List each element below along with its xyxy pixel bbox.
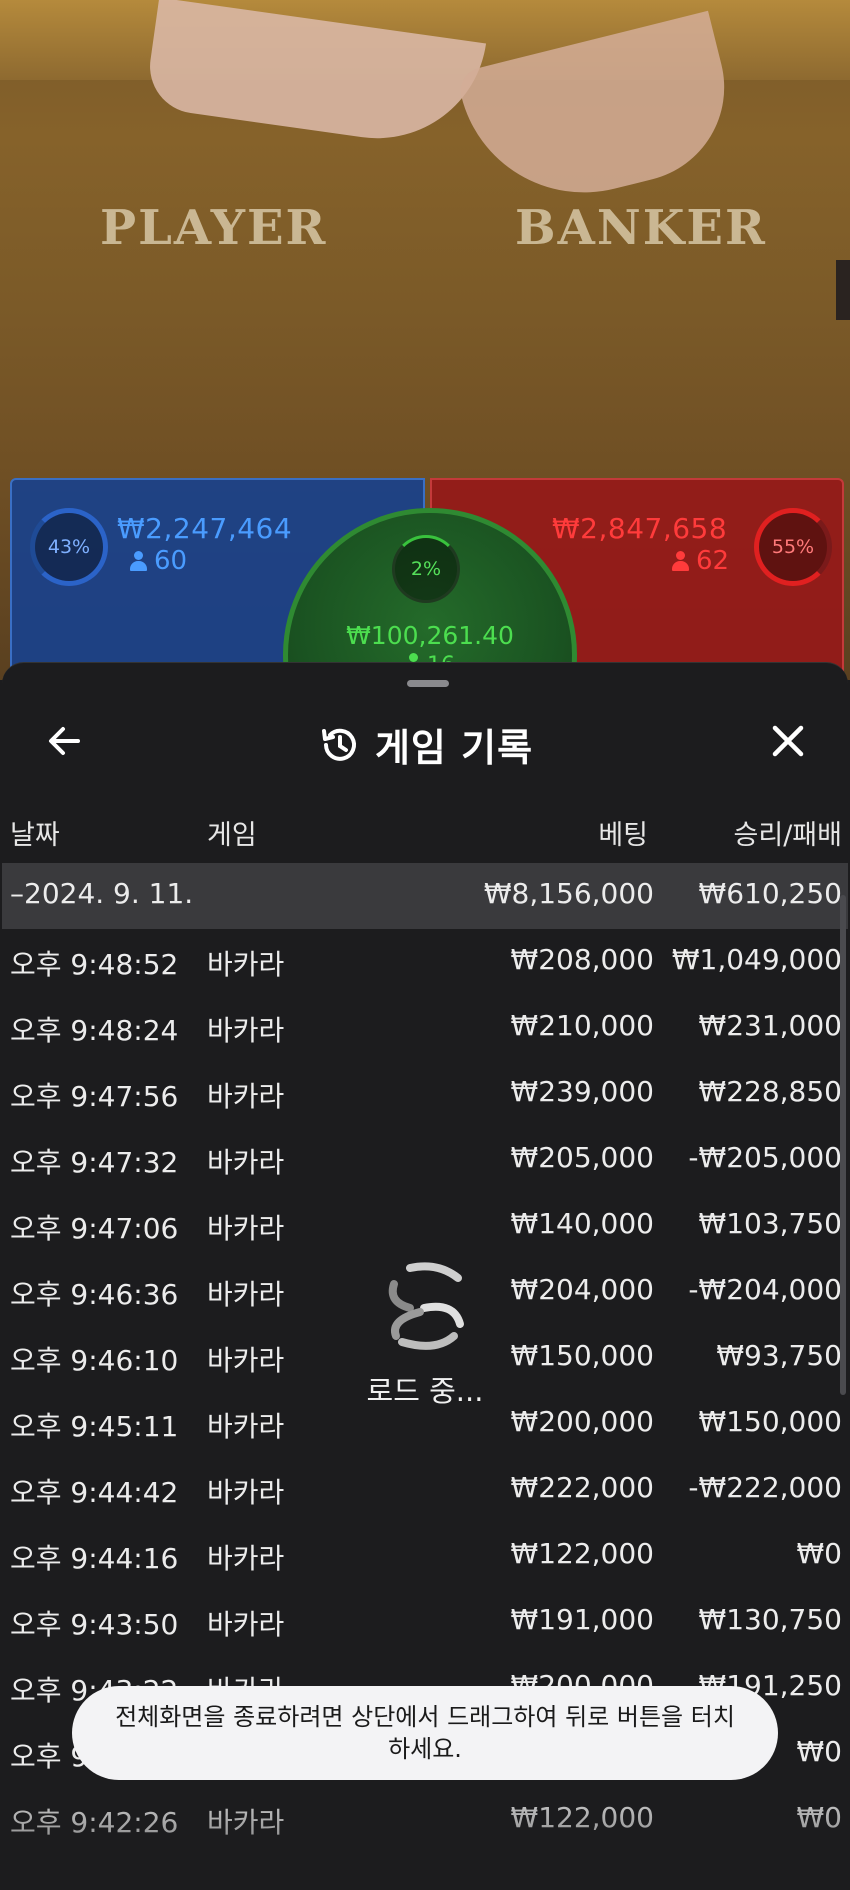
row-bet: ₩205,000 bbox=[510, 1141, 654, 1174]
row-game: 바카라 bbox=[207, 1542, 285, 1575]
row-time: 오후 9:47:56 bbox=[10, 1080, 179, 1113]
close-icon bbox=[772, 725, 804, 757]
row-time: 오후 9:47:06 bbox=[10, 1212, 179, 1245]
date-group-label: –2024. 9. 11. bbox=[10, 877, 194, 910]
row-win-loss: ₩228,850 bbox=[698, 1075, 842, 1108]
row-win-loss: ₩0 bbox=[796, 1537, 843, 1570]
banker-percent-ring: 55% bbox=[754, 508, 832, 586]
row-bet: ₩210,000 bbox=[510, 1009, 654, 1042]
row-bet: ₩239,000 bbox=[510, 1075, 654, 1108]
row-game: 바카라 bbox=[207, 948, 285, 981]
felt-banker-label: BANKER bbox=[515, 200, 767, 256]
row-game: 바카라 bbox=[207, 1410, 285, 1443]
banker-bettor-count: 62 bbox=[672, 546, 729, 576]
column-header-game[interactable]: 게임 bbox=[207, 813, 257, 852]
player-total-bet: ₩2,247,464 bbox=[117, 512, 293, 545]
felt-player-label: PLAYER bbox=[100, 200, 328, 256]
date-group-bet-total: ₩8,156,000 bbox=[483, 877, 654, 910]
column-header-win-loss[interactable]: 승리/패배 bbox=[734, 813, 842, 852]
row-time: 오후 9:48:52 bbox=[10, 948, 179, 981]
banker-total-bet: ₩2,847,658 bbox=[552, 512, 728, 545]
history-icon bbox=[321, 728, 356, 761]
row-time: 오후 9:43:50 bbox=[10, 1608, 179, 1641]
table-row[interactable]: 오후 9:44:16 바카라 ₩122,000 ₩0 bbox=[2, 1523, 848, 1589]
sheet-title: 게임 기록 bbox=[2, 717, 848, 772]
row-game: 바카라 bbox=[207, 1014, 285, 1047]
table-row[interactable]: 오후 9:47:32 바카라 ₩205,000 -₩205,000 bbox=[2, 1127, 848, 1193]
row-game: 바카라 bbox=[207, 1476, 285, 1509]
player-percent-ring: 43% bbox=[30, 508, 108, 586]
column-header-date[interactable]: 날짜 bbox=[10, 813, 60, 852]
row-game: 바카라 bbox=[207, 1278, 285, 1311]
row-time: 오후 9:46:10 bbox=[10, 1344, 179, 1377]
row-bet: ₩140,000 bbox=[510, 1207, 654, 1240]
row-bet: ₩222,000 bbox=[510, 1471, 654, 1504]
date-group-win-loss-total: ₩610,250 bbox=[698, 877, 842, 910]
table-row[interactable]: 오후 9:48:52 바카라 ₩208,000 ₩1,049,000 bbox=[2, 929, 848, 995]
row-win-loss: -₩204,000 bbox=[688, 1273, 842, 1306]
row-time: 오후 9:44:16 bbox=[10, 1542, 179, 1575]
table-row[interactable]: 오후 9:47:06 바카라 ₩140,000 ₩103,750 bbox=[2, 1193, 848, 1259]
table-row[interactable]: 오후 9:43:50 바카라 ₩191,000 ₩130,750 bbox=[2, 1589, 848, 1655]
row-time: 오후 9:42:26 bbox=[10, 1806, 179, 1839]
row-game: 바카라 bbox=[207, 1806, 285, 1839]
row-game: 바카라 bbox=[207, 1080, 285, 1113]
column-header-bet[interactable]: 베팅 bbox=[598, 813, 648, 852]
row-time: 오후 9:45:11 bbox=[10, 1410, 179, 1443]
row-win-loss: ₩0 bbox=[796, 1801, 843, 1834]
row-bet: ₩204,000 bbox=[510, 1273, 654, 1306]
row-bet: ₩208,000 bbox=[510, 943, 654, 976]
table-row[interactable]: 오후 9:48:24 바카라 ₩210,000 ₩231,000 bbox=[2, 995, 848, 1061]
row-win-loss: ₩150,000 bbox=[698, 1405, 842, 1438]
row-win-loss: ₩1,049,000 bbox=[671, 943, 842, 976]
row-win-loss: ₩0 bbox=[796, 1735, 843, 1768]
row-game: 바카라 bbox=[207, 1146, 285, 1179]
row-win-loss: -₩205,000 bbox=[688, 1141, 842, 1174]
person-icon bbox=[130, 551, 147, 571]
row-time: 오후 9:48:24 bbox=[10, 1014, 179, 1047]
tie-total-bet: ₩100,261.40 bbox=[346, 621, 514, 650]
live-video: PLAYER BANKER 43% ₩2,247,464 60 ₩2,847,6… bbox=[0, 0, 850, 680]
row-time: 오후 9:47:32 bbox=[10, 1146, 179, 1179]
player-count-value: 60 bbox=[154, 546, 188, 576]
row-win-loss: ₩103,750 bbox=[698, 1207, 842, 1240]
sheet-title-text: 게임 기록 bbox=[374, 726, 534, 770]
row-bet: ₩191,000 bbox=[510, 1603, 654, 1636]
row-time: 오후 9:44:42 bbox=[10, 1476, 179, 1509]
table-row[interactable]: 오후 9:47:56 바카라 ₩239,000 ₩228,850 bbox=[2, 1061, 848, 1127]
row-bet: ₩150,000 bbox=[510, 1339, 654, 1372]
table-row[interactable]: 오후 9:42:26 바카라 ₩122,000 ₩0 bbox=[2, 1787, 848, 1853]
date-group-row[interactable]: –2024. 9. 11. ₩8,156,000 ₩610,250 bbox=[2, 863, 848, 929]
sheet-header: 게임 기록 bbox=[2, 703, 848, 789]
row-bet: ₩122,000 bbox=[510, 1537, 654, 1570]
drag-handle[interactable] bbox=[407, 680, 449, 687]
row-win-loss: ₩130,750 bbox=[698, 1603, 842, 1636]
video-edge bbox=[836, 260, 850, 320]
row-game: 바카라 bbox=[207, 1344, 285, 1377]
row-game: 바카라 bbox=[207, 1608, 285, 1641]
loading-text: 로드 중... bbox=[366, 1374, 484, 1408]
loading-spinner-icon bbox=[388, 1262, 464, 1350]
row-win-loss: ₩231,000 bbox=[698, 1009, 842, 1042]
loading-indicator: 로드 중... bbox=[360, 1262, 490, 1410]
row-win-loss: -₩222,000 bbox=[688, 1471, 842, 1504]
person-icon bbox=[672, 551, 689, 571]
row-bet: ₩122,000 bbox=[510, 1801, 654, 1834]
table-row[interactable]: 오후 9:44:42 바카라 ₩222,000 -₩222,000 bbox=[2, 1457, 848, 1523]
close-button[interactable] bbox=[758, 711, 818, 771]
fullscreen-exit-toast: 전체화면을 종료하려면 상단에서 드래그하여 뒤로 버튼을 터치하세요. bbox=[72, 1686, 778, 1780]
row-win-loss: ₩93,750 bbox=[716, 1339, 842, 1372]
tie-percent-ring: 2% bbox=[392, 535, 460, 603]
row-bet: ₩200,000 bbox=[510, 1405, 654, 1438]
row-game: 바카라 bbox=[207, 1212, 285, 1245]
scrollbar[interactable] bbox=[840, 895, 846, 1395]
player-bettor-count: 60 bbox=[130, 546, 187, 576]
banker-count-value: 62 bbox=[696, 546, 730, 576]
row-time: 오후 9:46:36 bbox=[10, 1278, 179, 1311]
